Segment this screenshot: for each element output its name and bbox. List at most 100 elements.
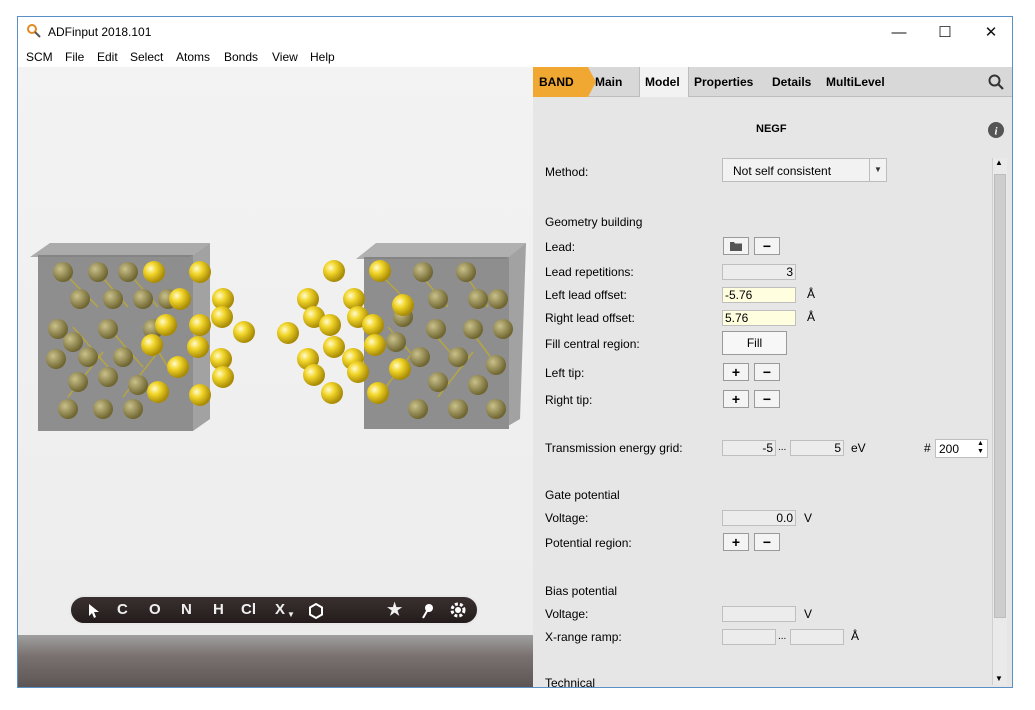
transmission-grid-label: Transmission energy grid: xyxy=(545,441,683,455)
menu-file[interactable]: File xyxy=(65,50,84,64)
element-c-button[interactable]: C xyxy=(117,601,128,619)
xrange-ramp-label: X-range ramp: xyxy=(545,630,622,644)
select-arrow-icon[interactable] xyxy=(87,603,101,619)
range-separator: ... xyxy=(778,442,787,453)
transmission-count-hash: # xyxy=(924,441,931,455)
tab-details[interactable]: Details xyxy=(772,75,811,89)
element-h-button[interactable]: H xyxy=(213,601,224,619)
method-select[interactable]: Not self consistent ▼ xyxy=(722,158,887,182)
minimize-button[interactable]: — xyxy=(876,17,922,47)
gear-icon[interactable] xyxy=(449,601,467,619)
pin-icon[interactable] xyxy=(420,602,436,620)
lead-repetitions-input[interactable]: 3 xyxy=(722,264,796,280)
potential-region-add-button[interactable]: + xyxy=(723,533,749,551)
settings-panel: BAND Main Model Properties Details Multi… xyxy=(533,67,1012,687)
gate-potential-heading: Gate potential xyxy=(545,488,620,502)
menu-bar: SCM File Edit Select Atoms Bonds View He… xyxy=(18,47,1012,67)
lead-open-button[interactable] xyxy=(723,237,749,255)
chevron-down-icon: ▼ xyxy=(874,165,882,174)
xrange-min-input[interactable] xyxy=(722,629,776,645)
transmission-min-input[interactable]: -5 xyxy=(722,440,776,456)
menu-scm[interactable]: SCM xyxy=(26,50,53,64)
panel-scrollbar[interactable]: ▲ ▼ xyxy=(992,158,1007,685)
atom-toolbar: C O N H Cl X ▼ ★ xyxy=(69,595,479,625)
title-bar: ADFinput 2018.101 — ☐ ✕ xyxy=(18,17,1012,47)
right-tip-remove-button[interactable]: − xyxy=(754,390,780,408)
menu-view[interactable]: View xyxy=(272,50,298,64)
lead-remove-button[interactable]: − xyxy=(754,237,780,255)
xrange-max-input[interactable] xyxy=(790,629,844,645)
left-tip-add-button[interactable]: + xyxy=(723,363,749,381)
gate-voltage-label: Voltage: xyxy=(545,511,589,525)
bias-voltage-input[interactable] xyxy=(722,606,796,622)
potential-region-remove-button[interactable]: − xyxy=(754,533,780,551)
left-lead-offset-input[interactable]: -5.76 xyxy=(722,287,796,303)
search-icon[interactable] xyxy=(988,74,1004,90)
spin-up-icon[interactable]: ▲ xyxy=(977,440,984,448)
molecule-scene xyxy=(30,243,526,431)
xrange-unit: Å xyxy=(851,629,860,643)
left-tip-remove-button[interactable]: − xyxy=(754,363,780,381)
tab-model[interactable]: Model xyxy=(645,75,680,89)
tab-band[interactable]: BAND xyxy=(539,75,574,89)
element-x-button[interactable]: X xyxy=(275,601,285,619)
section-heading: NEGF xyxy=(756,123,787,135)
geometry-heading: Geometry building xyxy=(545,215,643,229)
menu-select[interactable]: Select xyxy=(130,50,163,64)
lead-repetitions-label: Lead repetitions: xyxy=(545,265,634,279)
method-select-divider xyxy=(869,159,870,181)
close-button[interactable]: ✕ xyxy=(968,17,1012,47)
tab-multilevel[interactable]: MultiLevel xyxy=(826,75,885,89)
folder-icon xyxy=(730,242,742,251)
bias-voltage-unit: V xyxy=(804,607,813,621)
fill-button[interactable]: Fill xyxy=(722,331,787,355)
bias-potential-heading: Bias potential xyxy=(545,584,618,598)
gate-voltage-input[interactable]: 0.0 xyxy=(722,510,796,526)
right-lead-offset-input[interactable]: 5.76 xyxy=(722,310,796,326)
method-label: Method: xyxy=(545,165,589,179)
toolbar-background xyxy=(18,635,533,687)
technical-heading: Technical xyxy=(545,676,596,688)
left-lead-offset-unit: Å xyxy=(807,287,816,301)
menu-atoms[interactable]: Atoms xyxy=(176,50,210,64)
right-lead-offset-unit: Å xyxy=(807,310,816,324)
element-cl-button[interactable]: Cl xyxy=(241,601,256,619)
potential-region-label: Potential region: xyxy=(545,536,632,550)
info-icon[interactable]: i xyxy=(988,122,1004,138)
right-tip-add-button[interactable]: + xyxy=(723,390,749,408)
element-x-dropdown-icon[interactable]: ▼ xyxy=(287,606,295,624)
molecule-viewport[interactable] xyxy=(18,67,533,687)
panel-tabs: BAND Main Model Properties Details Multi… xyxy=(533,67,1012,97)
gate-voltage-unit: V xyxy=(804,511,813,525)
scrollbar-thumb[interactable] xyxy=(994,174,1006,618)
transmission-count-spinbox[interactable]: 200 ▲ ▼ xyxy=(935,439,988,458)
star-icon[interactable]: ★ xyxy=(387,601,402,619)
maximize-button[interactable]: ☐ xyxy=(922,17,968,47)
spin-down-icon[interactable]: ▼ xyxy=(977,448,984,456)
menu-bonds[interactable]: Bonds xyxy=(224,50,258,64)
ring-hexagon-icon[interactable] xyxy=(307,602,325,620)
lead-label: Lead: xyxy=(545,240,576,254)
transmission-unit: eV xyxy=(851,441,866,455)
scroll-up-icon[interactable]: ▲ xyxy=(995,158,1003,167)
method-select-value: Not self consistent xyxy=(733,164,832,178)
scroll-down-icon[interactable]: ▼ xyxy=(995,674,1003,683)
menu-edit[interactable]: Edit xyxy=(97,50,118,64)
bias-voltage-label: Voltage: xyxy=(545,607,589,621)
window-title: ADFinput 2018.101 xyxy=(48,25,152,39)
transmission-count-value: 200 xyxy=(939,442,960,456)
left-tip-label: Left tip: xyxy=(545,366,585,380)
app-window: ADFinput 2018.101 — ☐ ✕ SCM File Edit Se… xyxy=(17,16,1013,688)
left-lead-offset-label: Left lead offset: xyxy=(545,288,627,302)
element-n-button[interactable]: N xyxy=(181,601,192,619)
menu-help[interactable]: Help xyxy=(310,50,335,64)
tab-main[interactable]: Main xyxy=(595,75,622,89)
app-logo-icon xyxy=(27,24,41,38)
right-lead-offset-label: Right lead offset: xyxy=(545,311,635,325)
fill-central-region-label: Fill central region: xyxy=(545,337,640,351)
tab-properties[interactable]: Properties xyxy=(694,75,753,89)
right-tip-label: Right tip: xyxy=(545,393,593,407)
element-o-button[interactable]: O xyxy=(149,601,161,619)
transmission-max-input[interactable]: 5 xyxy=(790,440,844,456)
xrange-separator: ... xyxy=(778,631,787,642)
